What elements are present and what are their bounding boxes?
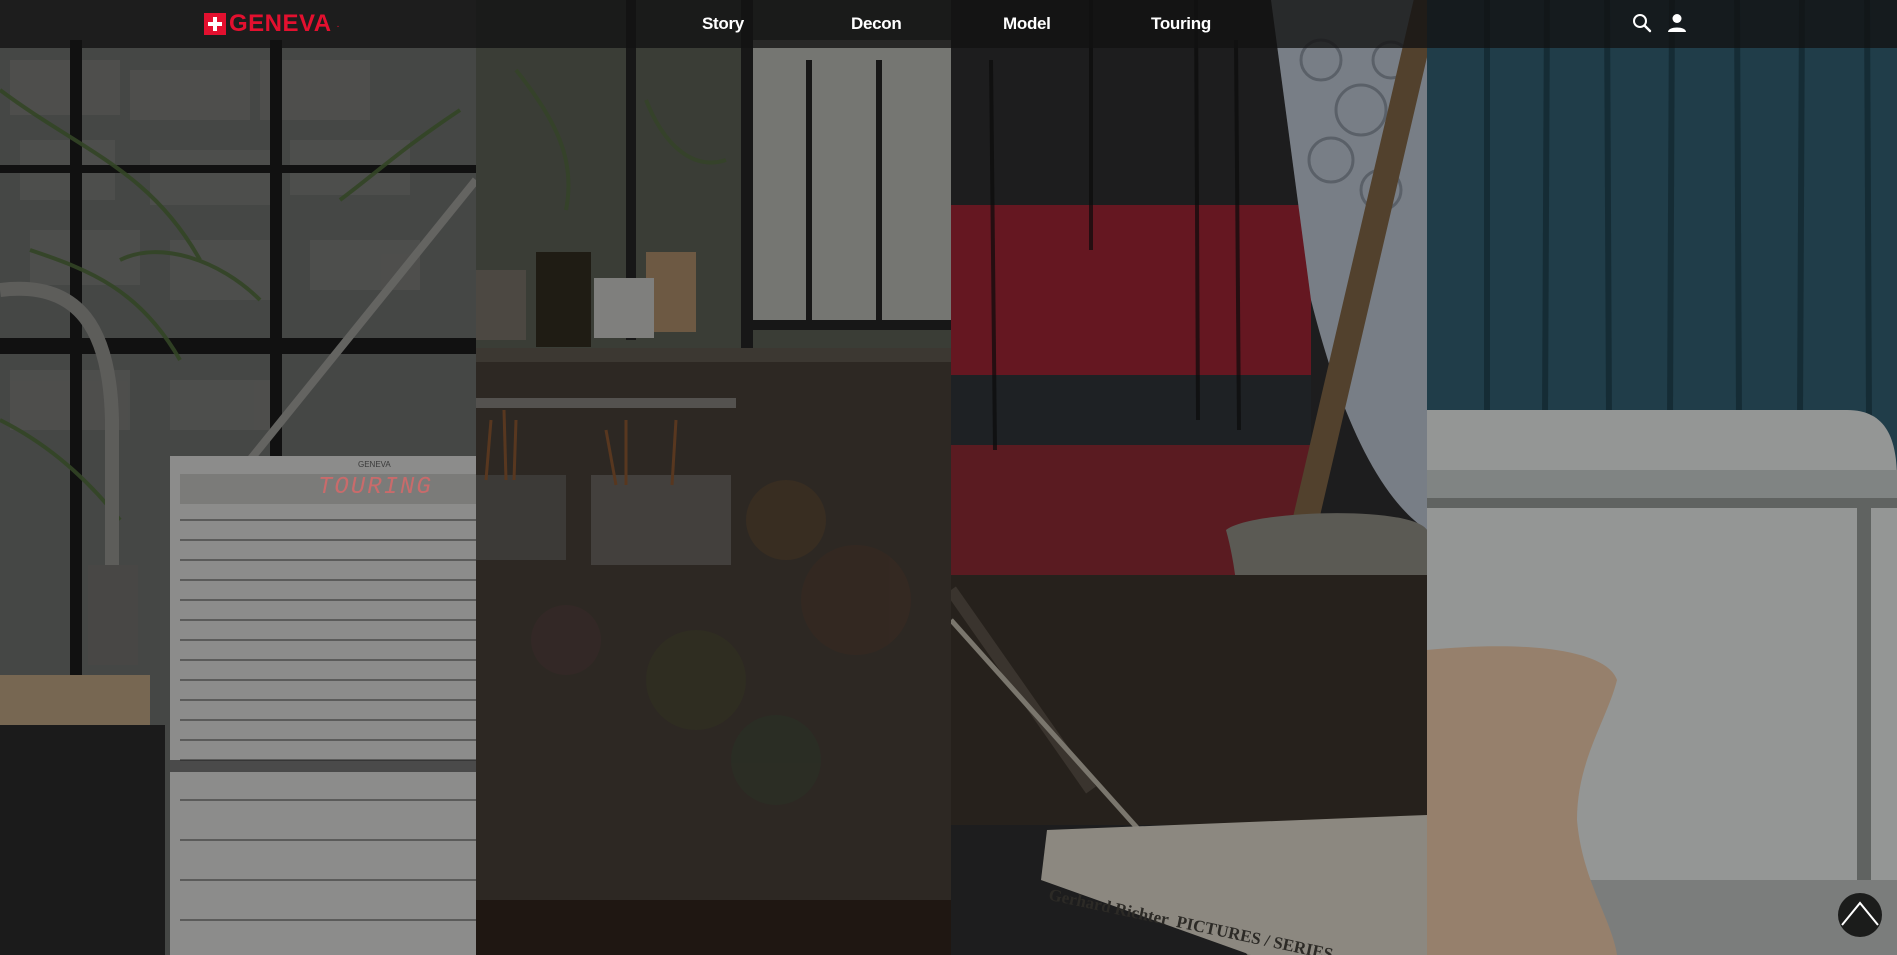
panel-model[interactable]: Gerhard Richter PICTURES / SERIES [951,0,1427,955]
panel-overlay [476,0,951,955]
brand-registered-mark: . [336,18,340,30]
swiss-cross-icon [204,13,226,35]
panel-touring[interactable]: GENEVA TOURING [0,0,476,955]
panel-touring-bath[interactable] [1427,0,1897,955]
search-icon[interactable] [1630,11,1654,35]
nav-link-decon[interactable]: Decon [851,14,902,34]
panel-decon[interactable] [476,0,951,955]
chevron-up-icon [1841,901,1879,926]
top-nav: GENEVA . Story Decon Model Touring [0,0,1897,48]
speaker-brand-label: GENEVA [358,460,391,469]
nav-link-story[interactable]: Story [702,14,744,34]
nav-link-model[interactable]: Model [1003,14,1051,34]
scroll-to-top-button[interactable] [1838,893,1882,937]
brand-logo[interactable]: GENEVA . [204,12,339,36]
panel-overlay [951,0,1427,955]
brand-name: GENEVA [229,10,332,37]
panel-overlay [1427,0,1897,955]
speaker-display-text: TOURING [318,474,433,501]
nav-link-touring[interactable]: Touring [1151,14,1211,34]
user-icon[interactable] [1665,11,1689,35]
